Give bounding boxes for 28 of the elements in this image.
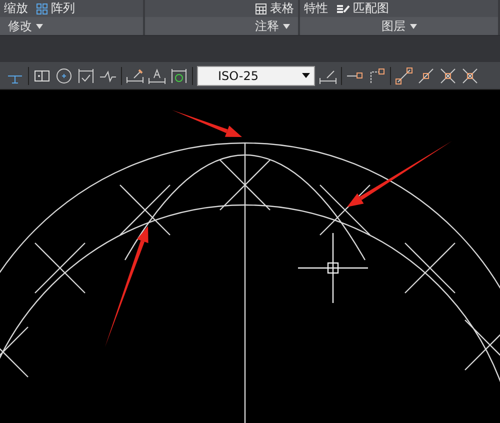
- edit-dimension-icon[interactable]: [126, 66, 144, 84]
- text-dimension-icon[interactable]: [148, 66, 166, 84]
- ribbon-button[interactable]: 阵列: [36, 0, 75, 17]
- endpoint-icon[interactable]: [395, 66, 413, 84]
- panel-title[interactable]: 注释: [145, 17, 298, 35]
- intersection-icon[interactable]: [439, 66, 457, 84]
- panel-title[interactable]: 修改: [0, 17, 143, 35]
- crosshair-cursor: [297, 232, 369, 304]
- apparent-intersection-icon[interactable]: [461, 66, 479, 84]
- panel-title[interactable]: 图层: [300, 17, 498, 35]
- caret-icon: [302, 73, 310, 78]
- table-icon: [255, 2, 267, 14]
- center-mark-icon[interactable]: [55, 66, 73, 84]
- ribbon-button[interactable]: 特性: [304, 0, 328, 17]
- ribbon-button[interactable]: 匹配图: [336, 0, 389, 17]
- grid-icon: [36, 2, 48, 14]
- pointer-arrow: [172, 110, 242, 137]
- ribbon-button[interactable]: 表格: [255, 0, 294, 17]
- extension-snap-icon[interactable]: [368, 66, 386, 84]
- caret-icon: [283, 24, 290, 28]
- dimension-style-dropdown[interactable]: ISO-25: [197, 66, 315, 86]
- update-icon[interactable]: [170, 66, 188, 84]
- check-icon[interactable]: [77, 66, 95, 84]
- brush-icon: [336, 2, 350, 14]
- caret-icon: [410, 24, 416, 28]
- ribbon-button[interactable]: 缩放: [4, 0, 28, 17]
- caret-icon: [36, 24, 43, 28]
- midpoint-icon[interactable]: [417, 66, 435, 84]
